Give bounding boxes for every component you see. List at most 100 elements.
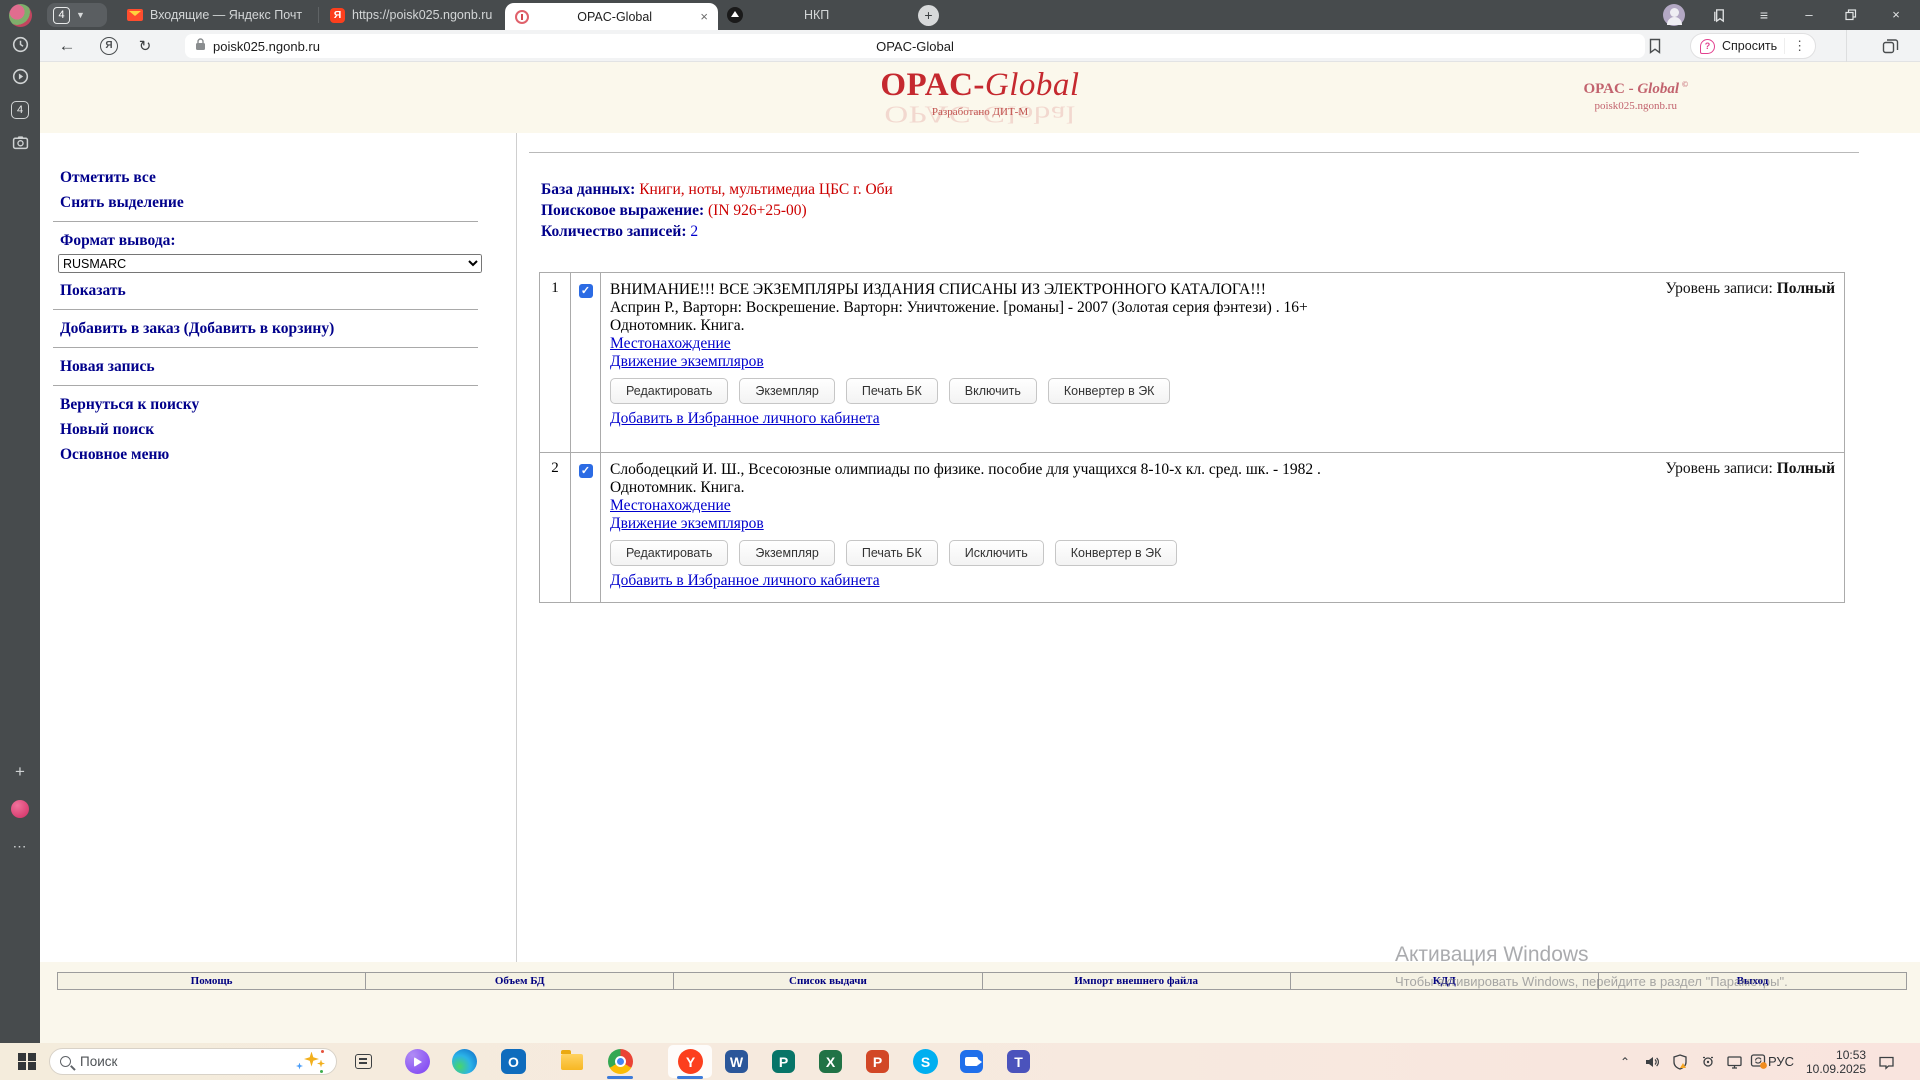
yandex-browser-icon[interactable]: Y	[678, 1049, 703, 1074]
back-icon[interactable]: ←	[52, 36, 82, 56]
address-bar[interactable]: poisk025.ngonb.ru OPAC-Global	[185, 34, 1645, 58]
sidebar-item-select-all[interactable]: Отметить все	[60, 169, 516, 187]
browser-user-avatar[interactable]	[1663, 4, 1685, 26]
excel-app-icon[interactable]: X	[819, 1050, 842, 1073]
sidebar-item-new-record[interactable]: Новая запись	[60, 358, 516, 376]
profile-avatar[interactable]	[9, 4, 32, 27]
converter-button[interactable]: Конвертер в ЭК	[1048, 378, 1171, 404]
exclude-button[interactable]: Исключить	[949, 540, 1044, 566]
footer-link-issue-list[interactable]: Список выдачи	[674, 973, 981, 990]
ask-ai-button[interactable]: ? Спросить ⋮	[1690, 33, 1816, 59]
kebab-menu-icon[interactable]: ⋮	[1784, 38, 1806, 54]
close-window-button[interactable]: ×	[1879, 0, 1913, 30]
format-select[interactable]: RUSMARC	[58, 254, 482, 273]
copilot-sparkles-icon	[296, 1050, 326, 1074]
edit-button[interactable]: Редактировать	[610, 378, 728, 404]
print-card-button[interactable]: Печать БК	[846, 540, 938, 566]
opac-page: OPAC-Global OPAC-Global Разработано ДИТ-…	[40, 62, 1920, 1043]
footer-link-import-file[interactable]: Импорт внешнего файла	[983, 973, 1290, 990]
sidebar-item-add-to-order[interactable]: Добавить в заказ (Добавить в корзину)	[60, 320, 516, 338]
bookmark-icon[interactable]	[1648, 38, 1662, 54]
teams-app-icon[interactable]: T	[1007, 1050, 1030, 1073]
add-favorite-link[interactable]: Добавить в Избранное личного кабинета	[610, 410, 880, 428]
start-button[interactable]	[8, 1043, 46, 1080]
close-tab-icon[interactable]: ×	[700, 9, 708, 24]
collections-icon[interactable]	[1882, 38, 1899, 54]
copies-movement-link[interactable]: Движение экземпляров	[610, 515, 764, 533]
screenshot-icon[interactable]	[0, 134, 40, 154]
sidebar-item-deselect-all[interactable]: Снять выделение	[60, 194, 516, 212]
footer-link-exit[interactable]: Выход	[1599, 973, 1906, 990]
tab-mail[interactable]: Входящие — Яндекс Почт	[127, 0, 313, 30]
tab-nkp[interactable]: НКП	[727, 0, 877, 30]
clock[interactable]: 10:53 10.09.2025	[1806, 1043, 1864, 1080]
alice-assistant-icon[interactable]	[0, 800, 40, 821]
sidebar-item-back-to-search[interactable]: Вернуться к поиску	[60, 396, 516, 414]
converter-button[interactable]: Конвертер в ЭК	[1055, 540, 1178, 566]
taskbar-search[interactable]: Поиск	[49, 1048, 337, 1075]
skype-app-icon[interactable]: S	[913, 1049, 938, 1074]
new-tab-button[interactable]: +	[918, 5, 939, 26]
media-play-icon[interactable]	[0, 68, 40, 88]
address-text: poisk025.ngonb.ru	[213, 39, 320, 54]
yandex-services-icon[interactable]: Я	[100, 37, 118, 55]
sidebar-item-show[interactable]: Показать	[60, 282, 516, 300]
edge-app-icon[interactable]	[452, 1049, 477, 1074]
include-button[interactable]: Включить	[949, 378, 1037, 404]
sidebar-item-main-menu[interactable]: Основное меню	[60, 446, 516, 464]
yandex-icon: Я	[330, 8, 345, 23]
sync-update-icon[interactable]	[1750, 1043, 1768, 1080]
database-line: База данных: Книги, ноты, мультимедиа ЦБ…	[541, 179, 893, 200]
add-favorite-link[interactable]: Добавить в Избранное личного кабинета	[610, 572, 880, 590]
tab-poisk[interactable]: Я https://poisk025.ngonb.ru	[330, 0, 500, 30]
copy-button[interactable]: Экземпляр	[739, 378, 835, 404]
task-view-icon[interactable]	[348, 1043, 378, 1080]
word-app-icon[interactable]: W	[725, 1050, 748, 1073]
windows-taskbar: Поиск O Y W P X P S T ⌃ РУС 10:53 10.	[0, 1043, 1920, 1080]
camera-app-icon[interactable]	[960, 1050, 983, 1073]
footer-link-help[interactable]: Помощь	[58, 973, 365, 990]
page-title: OPAC-Global	[185, 39, 1645, 54]
copy-button[interactable]: Экземпляр	[739, 540, 835, 566]
tab-opac-global-active[interactable]: OPAC-Global ×	[505, 3, 718, 30]
panels-icon[interactable]	[1702, 0, 1736, 30]
chrome-app-icon[interactable]	[608, 1049, 633, 1074]
divider	[53, 347, 478, 348]
location-link[interactable]: Местонахождение	[610, 497, 731, 515]
minimize-button[interactable]: –	[1792, 0, 1826, 30]
history-icon[interactable]	[0, 36, 40, 56]
table-row: 1 ✓ ВНИМАНИЕ!!! ВСЕ ЭКЗЕМПЛЯРЫ ИЗДАНИЯ С…	[540, 273, 1844, 453]
restore-button[interactable]	[1834, 0, 1868, 30]
security-shield-icon[interactable]	[1672, 1043, 1688, 1080]
footer-link-db-volume[interactable]: Объем БД	[366, 973, 673, 990]
record-checkbox-checked[interactable]: ✓	[579, 464, 593, 478]
notifications-icon[interactable]	[1878, 1043, 1895, 1080]
outlook-app-icon[interactable]: O	[501, 1049, 526, 1074]
network-icon[interactable]	[1726, 1043, 1743, 1080]
divider	[53, 221, 478, 222]
sidebar-item-new-search[interactable]: Новый поиск	[60, 421, 516, 439]
alice-app-icon[interactable]	[405, 1049, 430, 1074]
camera-privacy-icon[interactable]	[1700, 1043, 1716, 1080]
opac-header: OPAC-Global OPAC-Global Разработано ДИТ-…	[40, 62, 1920, 133]
publisher-app-icon[interactable]: P	[772, 1050, 795, 1073]
reload-icon[interactable]: ↻	[130, 37, 160, 55]
tray-expand-icon[interactable]: ⌃	[1620, 1043, 1630, 1080]
print-card-button[interactable]: Печать БК	[846, 378, 938, 404]
volume-icon[interactable]	[1644, 1043, 1660, 1080]
footer-link-kdd[interactable]: КДД	[1291, 973, 1598, 990]
edit-button[interactable]: Редактировать	[610, 540, 728, 566]
language-indicator[interactable]: РУС	[1768, 1043, 1794, 1080]
sidebar-add-icon[interactable]: +	[0, 762, 40, 782]
file-explorer-icon[interactable]	[559, 1049, 584, 1074]
copies-movement-link[interactable]: Движение экземпляров	[610, 353, 764, 371]
record-checkbox-checked[interactable]: ✓	[579, 284, 593, 298]
tab-title: https://poisk025.ngonb.ru	[352, 8, 492, 22]
tab-panel-badge[interactable]: 4	[0, 100, 40, 119]
menu-icon[interactable]: ≡	[1747, 0, 1781, 30]
sidebar-more-icon[interactable]: ⋯	[0, 838, 40, 855]
powerpoint-app-icon[interactable]: P	[866, 1050, 889, 1073]
location-link[interactable]: Местонахождение	[610, 335, 731, 353]
tab-counter-button[interactable]: 4 ▼	[47, 3, 107, 27]
tab-title: Входящие — Яндекс Почт	[150, 8, 302, 22]
